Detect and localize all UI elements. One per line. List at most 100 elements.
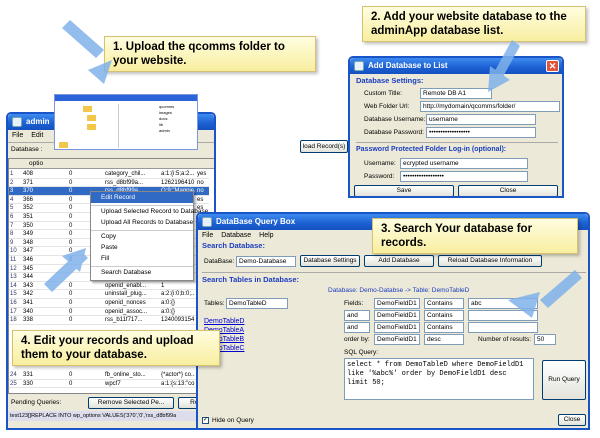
folder-icon [83,106,92,112]
search-database-label: Search Database: [202,241,265,250]
web-folder-url-field[interactable]: http://mydomain/qcomms/folder/ [420,101,560,112]
web-folder-url-label: Web Folder Url: [364,103,410,110]
table-cell: 0 [69,179,73,186]
tables-select[interactable]: DemoTableD [226,298,288,309]
table-cell: category_chil... [105,171,146,177]
condition-value-input[interactable] [468,310,538,321]
condition-value-input[interactable]: abc [468,298,538,309]
table-cell: es [197,196,204,203]
search-tables-label: Search Tables in Database: [202,275,299,284]
menu-item-copy[interactable]: Copy [91,231,193,242]
condition-operator-select[interactable]: Contains [424,310,464,321]
menu-item-upload-all[interactable]: Upload All Records to Database [91,217,193,228]
condition-value-input[interactable] [468,322,538,333]
condition-join-select[interactable]: and [344,322,370,333]
sql-query-textarea[interactable]: select * from DemoTableD where DemoField… [344,358,534,400]
condition-operator-select[interactable]: Contains [424,322,464,333]
section-database-settings: Database Settings: [356,76,424,85]
remove-selected-button[interactable]: Remove Selected Pe... [88,397,174,409]
table-cell: 0 [69,380,73,387]
table-cell: 0 [69,300,73,306]
table-cell: rss_b11f717... [105,317,143,324]
menu-item-edit-record[interactable]: Edit Record [91,192,193,203]
query-close-button[interactable]: Close [558,414,586,426]
folder-item[interactable]: admin [159,128,195,134]
table-cell: {*actor*} co... [161,372,195,378]
db-password-field[interactable]: •••••••••••••••••• [426,127,536,138]
num-results-field[interactable]: 50 [534,334,556,345]
upload-records-button[interactable]: load Record(s) [300,140,348,153]
add-db-titlebar[interactable]: Add Database to List ✕ [350,58,562,74]
table-cell: 0 [69,291,73,298]
section-protected-folder: Password Protected Folder Log-in (option… [356,146,507,153]
table-link-d[interactable]: DemoTableD [204,318,244,325]
custom-title-field[interactable]: Remote DB A1 [420,88,492,99]
database-label: DataBase: [204,258,235,265]
table-cell: 349 [23,231,34,238]
table-row[interactable]: 14 343 0 openid_enabl... 1 [9,282,209,291]
table-cell: 345 [23,265,34,272]
database-settings-button[interactable]: Database Settings [300,255,360,267]
folder-tree [59,104,119,148]
table-cell: openid_nonces [105,300,146,306]
table-row[interactable]: 1 408 0 category_chil... a:1:{i:5;a:2... yes [9,170,209,179]
context-menu: Edit Record Upload Selected Record to Da… [90,191,208,281]
menu-help[interactable]: Help [259,232,273,239]
table-row[interactable]: 15 342 0 uninstall_plug... a:2:{i:0;b:0;... [9,290,209,299]
explorer-window: qcomms images docs lib admin [54,94,198,150]
table-cell: 14 [10,282,17,289]
table-cell: 346 [23,257,34,263]
condition-field-select[interactable]: DemoFieldD1 [374,298,420,309]
table-cell: 351 [23,214,34,220]
table-row[interactable]: 17 340 0 openid_assoc... a:0:{} [9,308,209,317]
condition-join-select[interactable]: and [344,310,370,321]
db-label: Database : [11,146,43,153]
table-cell: 347 [23,248,34,255]
table-cell: 370 [23,188,34,195]
table-cell: 342 [23,291,34,298]
login-username-field[interactable]: ecrypted username [400,158,528,169]
login-password-field[interactable]: •••••••••••••••••• [400,171,528,182]
menu-item-paste[interactable]: Paste [91,242,193,253]
table-cell: 371 [23,179,34,186]
run-query-button[interactable]: Run Query [542,360,586,400]
orderby-direction-select[interactable]: desc [424,334,464,345]
menu-edit[interactable]: Edit [31,132,43,139]
app-icon [354,61,364,71]
table-cell: 3 [10,188,14,195]
table-cell: 8 [10,231,14,238]
table-row[interactable]: 2 371 0 rss_d8bf99a... 1262196410 no [9,179,209,188]
database-select[interactable]: Demo-Database [236,256,296,267]
query-title: DataBase Query Box [216,217,296,226]
menu-item-fill[interactable]: Fill [91,253,193,264]
table-cell: 0 [69,188,73,195]
menu-item-upload-selected[interactable]: Upload Selected Record to Database [91,206,208,217]
col-header[interactable]: optio [29,159,43,169]
hide-on-query-checkbox[interactable]: ✓ [202,417,209,424]
close-button[interactable]: Close [458,185,558,196]
reload-database-button[interactable]: Reload Database Information [438,255,542,267]
orderby-field-select[interactable]: DemoFieldD1 [374,334,420,345]
menu-database[interactable]: Database [221,232,251,239]
table-row[interactable]: 25 330 0 wpcf7 a:1:{s:13:"co... [9,380,209,389]
close-icon[interactable]: ✕ [546,60,559,72]
grid-header: optio [9,159,214,169]
condition-field-select[interactable]: DemoFieldD1 [374,310,420,321]
add-database-button[interactable]: Add Database [364,255,434,267]
db-username-field[interactable]: username [426,114,536,125]
table-cell: 12 [10,265,17,272]
table-row[interactable]: 18 338 0 rss_b11f717... 1240093154 [9,316,209,325]
condition-operator-select[interactable]: Contains [424,298,464,309]
table-cell: 2 [10,179,14,186]
table-cell: fb_online_sto... [105,372,146,378]
menu-file[interactable]: File [202,232,213,239]
add-database-window: Add Database to List ✕ Database Settings… [348,56,564,198]
table-cell: 0 [69,248,73,255]
condition-field-select[interactable]: DemoFieldD1 [374,322,420,333]
menu-item-search-database[interactable]: Search Database [91,267,193,278]
menu-file[interactable]: File [12,132,23,139]
table-row[interactable]: 24 331 0 fb_online_sto... {*actor*} co... [9,371,209,380]
save-button[interactable]: Save [354,185,454,196]
app-icon [202,217,212,227]
table-row[interactable]: 16 341 0 openid_nonces a:0:{} [9,299,209,308]
